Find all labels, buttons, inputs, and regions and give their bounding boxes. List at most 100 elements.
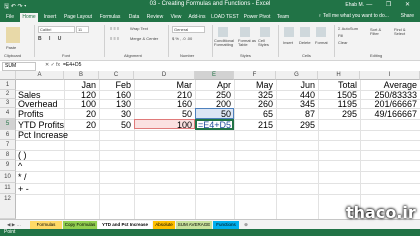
clear-button[interactable]: Clear — [338, 40, 348, 45]
tab-formulas[interactable]: Formulas — [96, 13, 124, 22]
cell-styles-button[interactable]: Cell Styles — [258, 39, 274, 47]
column-header-f[interactable]: F — [234, 71, 276, 80]
cell-i3[interactable]: 201/66667 — [360, 99, 417, 109]
cell-c3[interactable]: 130 — [99, 99, 131, 109]
delete-cells-button[interactable]: Delete — [299, 40, 311, 45]
insert-cells-button[interactable]: Insert — [283, 40, 293, 45]
cell-c1[interactable]: Feb — [99, 80, 131, 90]
cell-c4[interactable]: 30 — [99, 109, 131, 119]
cell-b4[interactable]: 20 — [64, 109, 96, 119]
fill-button[interactable]: Fill — [338, 33, 343, 38]
cell-i1[interactable]: Average — [360, 80, 417, 90]
cell-e1[interactable]: Apr — [195, 80, 231, 90]
tab-file[interactable]: File — [2, 13, 18, 22]
row-header-3[interactable]: 3 — [0, 99, 16, 108]
tab-view[interactable]: View — [168, 13, 184, 22]
cell-d5[interactable]: 100 — [134, 120, 192, 130]
column-header-h[interactable]: H — [318, 71, 360, 80]
row-header-7[interactable]: 7 — [0, 140, 16, 150]
paste-button[interactable]: Paste — [6, 45, 16, 50]
cell-a6[interactable]: Pct Increase — [18, 130, 68, 140]
tab-power-pivot[interactable]: Power Pivot — [242, 13, 272, 22]
cell-a3[interactable]: Overhead — [18, 99, 58, 109]
font-name-select[interactable]: Calibri — [38, 26, 75, 33]
column-header-d[interactable]: D — [134, 71, 195, 80]
cell-a11[interactable]: + - — [18, 184, 29, 194]
row-header-2[interactable]: 2 — [0, 90, 16, 99]
merge-center-button[interactable]: Merge & Center — [130, 36, 158, 41]
cell-f1[interactable]: May — [234, 80, 273, 90]
cell-e5-formula[interactable]: =E4+D5 — [198, 120, 231, 130]
tab-review[interactable]: Review — [144, 13, 166, 22]
column-header-c[interactable]: C — [99, 71, 134, 80]
number-format-icons[interactable]: $ % , .0 .00 — [172, 36, 192, 41]
find-select-button[interactable]: Find & Select — [394, 28, 414, 36]
cell-f5[interactable]: 215 — [234, 120, 273, 130]
format-as-table-icon[interactable] — [240, 27, 250, 37]
cell-a10[interactable]: * / — [18, 172, 27, 182]
cell-styles-icon[interactable] — [260, 27, 270, 37]
cell-g5[interactable]: 295 — [276, 120, 315, 130]
wrap-text-button[interactable]: Wrap Text — [130, 26, 148, 31]
autosum-button[interactable]: Σ AutoSum — [338, 26, 358, 31]
tab-home[interactable]: Home — [20, 13, 38, 22]
column-header-b[interactable]: B — [64, 71, 99, 80]
user-name[interactable]: Ehab M. — [345, 2, 364, 8]
conditional-formatting-button[interactable]: Conditional Formatting — [214, 39, 236, 47]
cell-i4[interactable]: 49/166667 — [360, 109, 417, 119]
select-all-corner[interactable] — [0, 71, 16, 80]
formula-input[interactable]: =E4+D5 — [63, 62, 81, 68]
number-format-select[interactable]: General — [172, 26, 205, 33]
cell-e4[interactable]: 50 — [195, 109, 231, 119]
cell-g3[interactable]: 345 — [276, 99, 315, 109]
row-header-6[interactable]: 6 — [0, 130, 16, 140]
cell-b5[interactable]: 20 — [64, 120, 96, 130]
cell-b3[interactable]: 100 — [64, 99, 96, 109]
row-header-11[interactable]: 11 — [0, 183, 16, 194]
cell-f4[interactable]: 65 — [234, 109, 273, 119]
add-sheet-button[interactable]: ⊕ — [242, 221, 250, 229]
bold-italic-underline-buttons[interactable]: B I U — [38, 36, 64, 42]
format-cells-button[interactable]: Format — [315, 40, 328, 45]
cell-h4[interactable]: 295 — [318, 109, 357, 119]
tell-me-search[interactable]: ♀ Tell me what you want to do... — [318, 13, 389, 19]
row-header-9[interactable]: 9 — [0, 160, 16, 171]
font-size-select[interactable]: 11 — [76, 26, 89, 33]
tab-team[interactable]: Team — [274, 13, 292, 22]
name-box[interactable]: SUM — [2, 62, 36, 71]
align-top-icons[interactable]: ≡ ≡ ≡ — [110, 26, 119, 31]
column-header-e[interactable]: E — [195, 71, 234, 80]
tab-page-layout[interactable]: Page Layout — [62, 13, 94, 22]
tab-data[interactable]: Data — [126, 13, 142, 22]
column-header-i[interactable]: I — [360, 71, 420, 80]
cell-e3[interactable]: 200 — [195, 99, 231, 109]
cell-a5[interactable]: YTD Profits — [18, 120, 64, 130]
delete-cells-icon[interactable] — [300, 27, 310, 37]
tab-add-ins[interactable]: Add-ins — [186, 13, 208, 22]
column-header-a[interactable]: A — [16, 71, 64, 80]
format-cells-icon[interactable] — [316, 27, 326, 37]
conditional-formatting-icon[interactable] — [218, 27, 228, 37]
row-header-4[interactable]: 4 — [0, 108, 16, 119]
cell-h1[interactable]: Total — [318, 80, 357, 90]
tab-insert[interactable]: Insert — [40, 13, 60, 22]
cell-g1[interactable]: Jun — [276, 80, 315, 90]
cell-d3[interactable]: 160 — [134, 99, 192, 109]
share-button[interactable]: Share — [401, 13, 414, 19]
row-header-10[interactable]: 10 — [0, 171, 16, 183]
cell-a9[interactable]: ^ — [18, 161, 22, 171]
row-header-1[interactable]: 1 — [0, 80, 16, 90]
tab-load-test[interactable]: LOAD TEST — [210, 13, 240, 22]
cell-h3[interactable]: 1195 — [318, 99, 357, 109]
format-as-table-button[interactable]: Format as Table — [238, 39, 256, 47]
formula-bar-buttons[interactable]: ✕ ✓ fx — [45, 62, 60, 68]
sort-filter-button[interactable]: Sort & Filter — [370, 28, 390, 36]
cell-a4[interactable]: Profits — [18, 109, 44, 119]
column-header-g[interactable]: G — [276, 71, 318, 80]
cell-a8[interactable]: ( ) — [18, 150, 27, 160]
cell-c5[interactable]: 50 — [99, 120, 131, 130]
window-controls[interactable]: — ❐ ✕ — [366, 1, 416, 8]
paste-icon[interactable] — [6, 27, 20, 43]
cell-d1[interactable]: Mar — [134, 80, 193, 90]
sheet-nav-arrows[interactable]: ◀ ▶ … — [2, 221, 26, 229]
